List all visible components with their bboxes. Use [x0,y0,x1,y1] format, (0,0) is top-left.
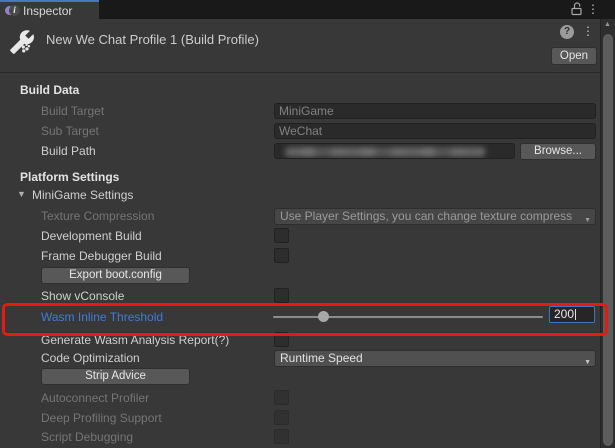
code-optimization-value: Runtime Speed [280,351,363,365]
build-path-field[interactable] [274,143,515,159]
dropdown-arrow-icon: ▼ [584,213,591,225]
build-target-label: Build Target [41,104,104,118]
frame-debugger-build-checkbox[interactable] [274,248,289,263]
text-caret [575,309,576,320]
build-profile-icon [9,29,35,55]
slider-knob[interactable] [318,311,329,322]
deep-profiling-support-checkbox [274,410,289,425]
inspector-window: i Inspector ⋮ [0,0,615,448]
wasm-inline-threshold-input[interactable]: 200 [549,306,595,323]
scroll-up-arrow-icon[interactable]: ▲ [604,21,611,28]
inspector-header: New We Chat Profile 1 (Build Profile) ? … [0,19,600,73]
code-optimization-label: Code Optimization [41,351,140,365]
build-target-field: MiniGame [274,103,596,119]
build-data-section-title: Build Data [20,83,79,97]
script-debugging-checkbox [274,429,289,444]
sub-target-label: Sub Target [41,124,99,138]
foldout-arrow-icon[interactable]: ▼ [17,189,26,199]
info-icon: i [9,5,20,16]
script-debugging-label: Script Debugging [41,430,133,444]
strip-advice-button[interactable]: Strip Advice [41,368,190,385]
autoconnect-profiler-checkbox [274,390,289,405]
scrollbar-thumb[interactable] [603,34,613,446]
deep-profiling-support-label: Deep Profiling Support [41,411,162,425]
generate-wasm-report-checkbox[interactable] [274,332,289,347]
tab-bar: i Inspector ⋮ [0,0,615,19]
development-build-label: Development Build [41,229,142,243]
tab-menu-icon[interactable]: ⋮ [587,3,599,15]
build-path-label: Build Path [41,144,96,158]
show-vconsole-label: Show vConsole [41,289,124,303]
platform-settings-section-title: Platform Settings [20,170,119,184]
wasm-inline-threshold-label: Wasm Inline Threshold [41,310,163,324]
minigame-settings-foldout[interactable]: MiniGame Settings [32,188,133,202]
wasm-inline-threshold-slider[interactable] [273,316,543,318]
wasm-inline-threshold-value: 200 [554,307,574,321]
frame-debugger-build-label: Frame Debugger Build [41,249,162,263]
tab-inspector[interactable]: i Inspector [0,0,99,19]
inspector-tab-icon: i [5,5,21,17]
help-icon[interactable]: ? [560,25,574,39]
dropdown-arrow-icon: ▼ [584,355,591,367]
vertical-scrollbar[interactable]: ▲ [600,19,615,448]
sub-target-field: WeChat [274,123,596,139]
texture-compression-label: Texture Compression [41,209,154,223]
header-menu-icon[interactable]: ⋮ [582,25,594,37]
texture-compression-value: Use Player Settings, you can change text… [280,209,572,223]
texture-compression-dropdown: Use Player Settings, you can change text… [274,208,596,225]
page-title: New We Chat Profile 1 (Build Profile) [46,32,259,47]
autoconnect-profiler-label: Autoconnect Profiler [41,391,149,405]
generate-wasm-report-label: Generate Wasm Analysis Report(?) [41,333,229,347]
code-optimization-dropdown[interactable]: Runtime Speed ▼ [274,350,596,367]
browse-button[interactable]: Browse... [520,143,596,160]
open-button[interactable]: Open [551,47,597,65]
unlock-icon[interactable] [570,2,583,16]
tab-label: Inspector [23,4,72,18]
show-vconsole-checkbox[interactable] [274,288,289,303]
redacted-path-value [285,147,485,157]
development-build-checkbox[interactable] [274,228,289,243]
export-bootconfig-button[interactable]: Export boot.config [41,267,190,284]
